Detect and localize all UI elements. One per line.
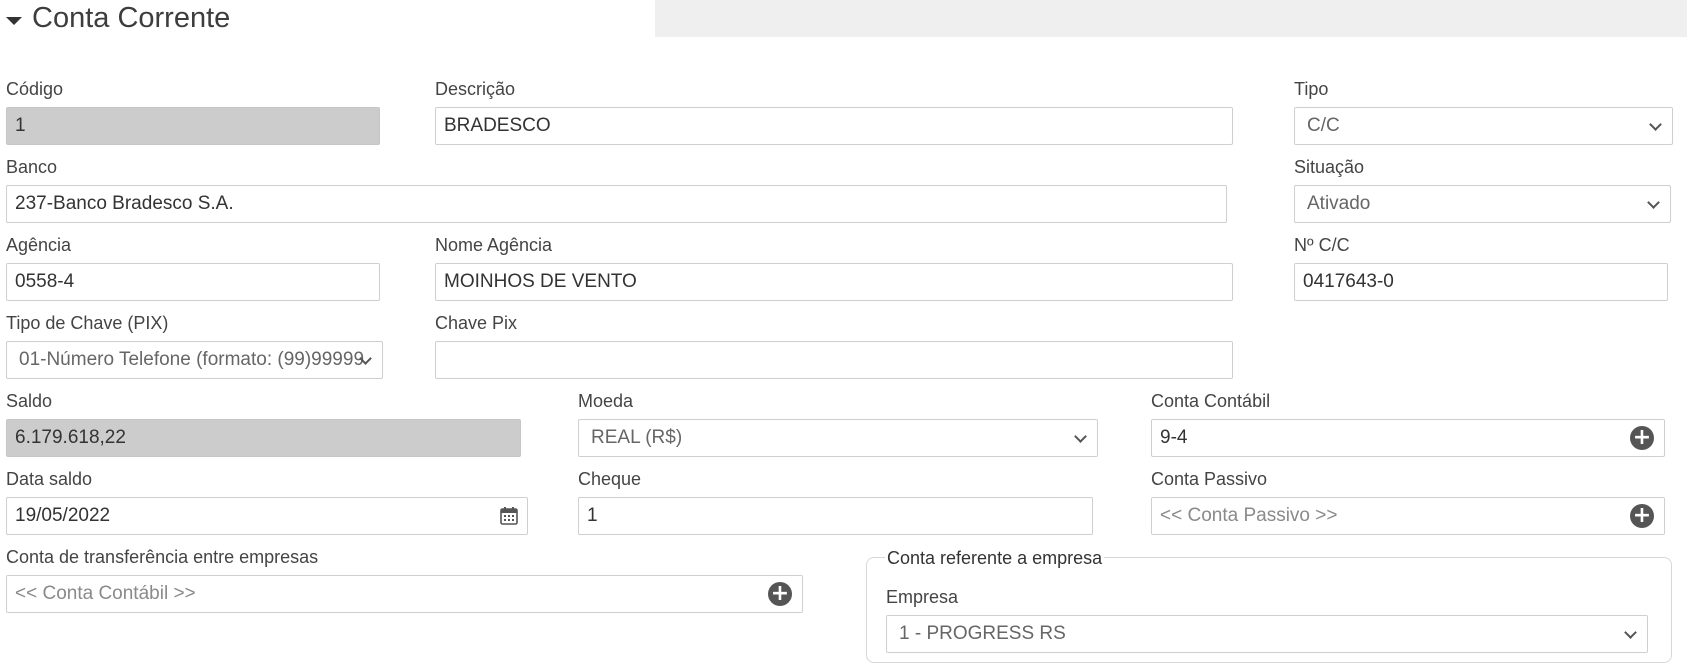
- situacao-value: Ativado: [1307, 193, 1371, 214]
- codigo-field: 1: [6, 107, 380, 145]
- section-header[interactable]: Conta Corrente: [6, 0, 230, 37]
- caret-down-icon: [6, 16, 22, 25]
- chevron-down-icon: [1624, 626, 1637, 639]
- tipo-chave-pix-label: Tipo de Chave (PIX): [6, 313, 169, 333]
- nome-agencia-field[interactable]: MOINHOS DE VENTO: [435, 263, 1233, 301]
- empresa-value: 1 - PROGRESS RS: [899, 623, 1066, 644]
- saldo-label: Saldo: [6, 391, 53, 411]
- chave-pix-label: Chave Pix: [435, 313, 518, 333]
- conta-contabil-label: Conta Contábil: [1151, 391, 1271, 411]
- banco-label: Banco: [6, 157, 58, 177]
- empresa-label: Empresa: [886, 587, 959, 607]
- data-saldo-field[interactable]: 19/05/2022: [6, 497, 528, 535]
- situacao-select[interactable]: Ativado: [1294, 185, 1671, 223]
- empresa-fieldset-legend: Conta referente a empresa: [885, 548, 1105, 569]
- conta-transferencia-field[interactable]: << Conta Contábil >> +: [6, 575, 803, 613]
- data-saldo-label: Data saldo: [6, 469, 93, 489]
- data-saldo-value: 19/05/2022: [15, 505, 111, 526]
- conta-contabil-field[interactable]: 9-4 +: [1151, 419, 1665, 457]
- tipo-chave-pix-select[interactable]: 01-Número Telefone (formato: (99)99999: [6, 341, 383, 379]
- section-title: Conta Corrente: [32, 2, 231, 34]
- chevron-down-icon: [1074, 430, 1087, 443]
- moeda-label: Moeda: [578, 391, 634, 411]
- agencia-label: Agência: [6, 235, 72, 255]
- moeda-value: REAL (R$): [591, 427, 683, 448]
- conta-passivo-placeholder: << Conta Passivo >>: [1160, 505, 1338, 526]
- nome-agencia-label: Nome Agência: [435, 235, 553, 255]
- situacao-label: Situação: [1294, 157, 1365, 177]
- saldo-field: 6.179.618,22: [6, 419, 521, 457]
- cheque-label: Cheque: [578, 469, 642, 489]
- chevron-down-icon: [1647, 196, 1660, 209]
- descricao-label: Descrição: [435, 79, 516, 99]
- codigo-label: Código: [6, 79, 64, 99]
- calendar-icon[interactable]: [499, 506, 519, 526]
- conta-contabil-value: 9-4: [1160, 427, 1188, 448]
- descricao-field[interactable]: BRADESCO: [435, 107, 1233, 145]
- conta-transferencia-placeholder: << Conta Contábil >>: [15, 583, 196, 604]
- conta-transferencia-label: Conta de transferência entre empresas: [6, 547, 319, 567]
- conta-passivo-label: Conta Passivo: [1151, 469, 1268, 489]
- tipo-value: C/C: [1307, 115, 1340, 136]
- empresa-select[interactable]: 1 - PROGRESS RS: [886, 615, 1648, 653]
- agencia-field[interactable]: 0558-4: [6, 263, 380, 301]
- moeda-select[interactable]: REAL (R$): [578, 419, 1098, 457]
- tipo-chave-pix-value: 01-Número Telefone (formato: (99)99999: [19, 349, 365, 370]
- conta-passivo-field[interactable]: << Conta Passivo >> +: [1151, 497, 1665, 535]
- plus-circle-icon[interactable]: +: [1630, 504, 1654, 528]
- cheque-field[interactable]: 1: [578, 497, 1093, 535]
- numero-cc-label: Nº C/C: [1294, 235, 1350, 255]
- chave-pix-field[interactable]: [435, 341, 1233, 379]
- plus-circle-icon[interactable]: +: [768, 582, 792, 606]
- banco-field[interactable]: 237-Banco Bradesco S.A.: [6, 185, 1227, 223]
- header-bar: [655, 0, 1687, 37]
- tipo-label: Tipo: [1294, 79, 1329, 99]
- plus-circle-icon[interactable]: +: [1630, 426, 1654, 450]
- numero-cc-field[interactable]: 0417643-0: [1294, 263, 1668, 301]
- chevron-down-icon: [1649, 118, 1662, 131]
- tipo-select[interactable]: C/C: [1294, 107, 1673, 145]
